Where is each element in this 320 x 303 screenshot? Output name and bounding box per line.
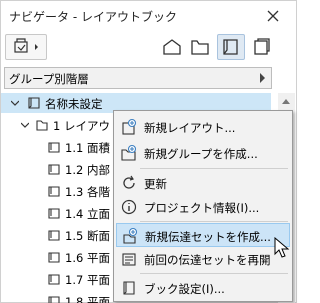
book-icon (28, 97, 40, 109)
resume-publisher-icon (122, 253, 136, 266)
layout-book-button[interactable] (217, 34, 245, 60)
chevron-down-icon (11, 100, 19, 106)
layout-page-icon (48, 252, 60, 263)
menu-item-project-info[interactable]: プロジェクト情報(I)... (116, 195, 290, 219)
tree-root-label: 名称未設定 (45, 97, 103, 111)
tree-item-label: 1.7 平面 (65, 273, 110, 287)
mouse-cursor-icon (274, 237, 290, 258)
view-map-button[interactable] (187, 34, 213, 60)
menu-separator (140, 273, 288, 274)
chevron-down-icon (21, 122, 29, 128)
new-publisher-set-icon (123, 227, 138, 244)
menu-separator (140, 221, 288, 222)
navigator-window: ナビゲータ - レイアウトブック グループ別階層 名称未設定 1 レイアウト 1… (0, 0, 297, 303)
folder-icon (191, 40, 209, 55)
scroll-up-icon[interactable] (282, 99, 290, 104)
tree-subset-label: 1 レイアウト (53, 119, 122, 133)
publisher-icon (254, 38, 270, 55)
new-layout-icon (122, 118, 137, 135)
tree-item-label: 1.4 立面 (65, 207, 110, 221)
subset-folder-icon (36, 120, 48, 131)
publisher-sets-button[interactable] (249, 34, 275, 60)
refresh-icon (123, 175, 135, 189)
menu-item-label: 前回の伝達セットを再開 (144, 253, 271, 267)
menu-item-label: ブック設定(I)... (144, 282, 225, 296)
menu-item-new-group[interactable]: 新規グループを作成... (116, 141, 290, 165)
tree-item-label: 1.2 内部 (65, 163, 110, 177)
menu-item-label: プロジェクト情報(I)... (144, 201, 260, 215)
project-map-button[interactable] (159, 34, 185, 60)
tree-item-label: 1.1 面積 (65, 141, 110, 155)
group-select-label: グループ別階層 (9, 72, 89, 86)
layout-page-icon (48, 230, 60, 241)
layout-page-icon (48, 186, 60, 197)
menu-item-label: 新規伝達セットを作成... (145, 230, 271, 244)
layout-page-icon (48, 142, 60, 153)
menu-item-book-settings[interactable]: ブック設定(I)... (116, 276, 290, 300)
context-menu: 新規レイアウト... 新規グループを作成... 更新 プロジェクト情報(I)..… (113, 110, 293, 302)
toolbar (1, 31, 296, 63)
close-icon[interactable] (264, 7, 282, 25)
layout-page-icon (48, 164, 60, 175)
layout-page-icon (48, 274, 60, 285)
layout-menu-button[interactable] (5, 34, 47, 60)
house-icon (163, 39, 181, 55)
menu-item-label: 更新 (144, 177, 167, 191)
tree-item-label: 1.5 断面 (65, 229, 110, 243)
title-bar: ナビゲータ - レイアウトブック (1, 1, 296, 31)
info-icon (121, 199, 137, 215)
menu-item-refresh[interactable]: 更新 (116, 171, 290, 195)
menu-item-new-publisher-set[interactable]: 新規伝達セットを作成... (116, 223, 290, 247)
tree-item-label: 1.3 各階 (65, 185, 110, 199)
book-settings-icon (123, 281, 135, 295)
layout-page-icon (48, 296, 60, 303)
menu-item-new-layout[interactable]: 新規レイアウト... (116, 115, 290, 139)
group-hierarchy-select[interactable]: グループ別階層 (4, 67, 272, 89)
menu-item-resume-publisher-set[interactable]: 前回の伝達セットを再開 (116, 247, 290, 271)
tree-item-label: 1.6 平面 (65, 251, 110, 265)
menu-separator (140, 168, 288, 169)
new-group-icon (121, 144, 137, 161)
layout-menu-icon (14, 38, 38, 53)
menu-item-label: 新規レイアウト... (144, 121, 236, 135)
window-title: ナビゲータ - レイアウトブック (9, 10, 177, 24)
menu-item-label: 新規グループを作成... (144, 147, 258, 161)
tree-item-label: 1.8 平面 (65, 295, 110, 303)
layout-page-icon (48, 208, 60, 219)
chevron-right-icon (260, 73, 265, 83)
layout-book-icon (223, 39, 238, 55)
